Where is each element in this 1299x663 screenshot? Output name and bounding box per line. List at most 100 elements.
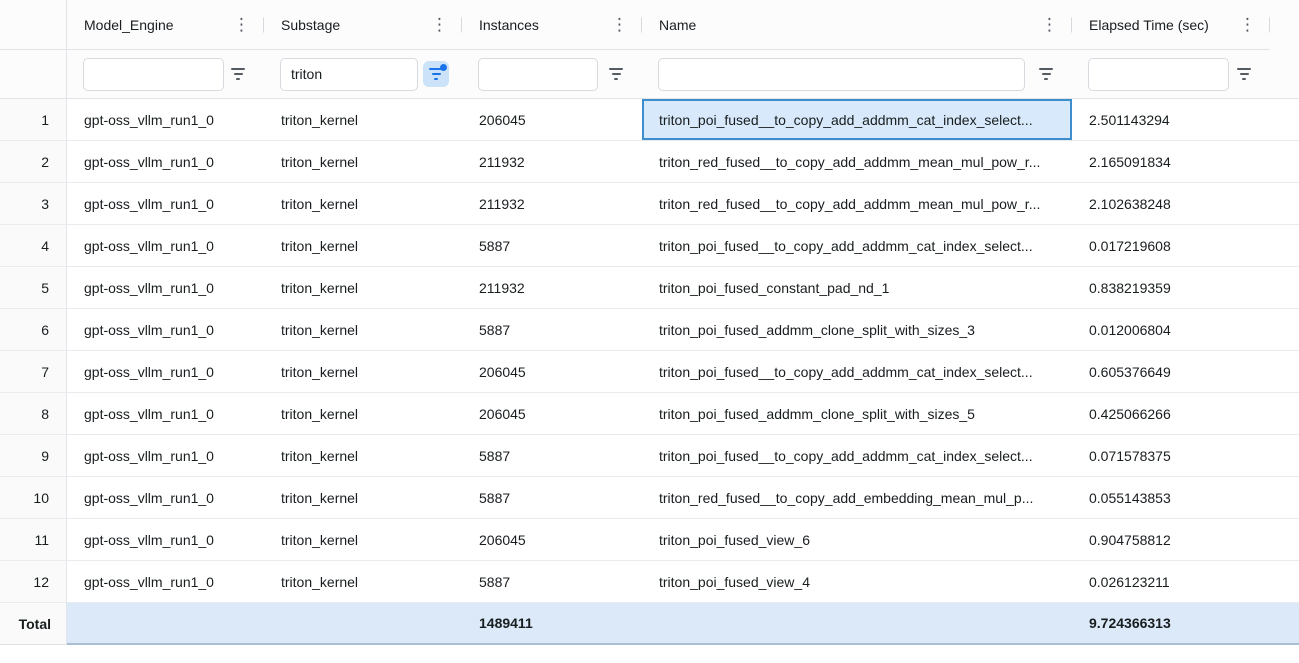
cell-name[interactable]: triton_poi_fused_addmm_clone_split_with_… bbox=[642, 309, 1072, 351]
filter-input-name[interactable] bbox=[658, 58, 1025, 91]
cell-substage[interactable]: triton_kernel bbox=[264, 183, 462, 225]
filter-cell-instances bbox=[462, 50, 642, 99]
cell-name[interactable]: triton_red_fused__to_copy_add_addmm_mean… bbox=[642, 141, 1072, 183]
column-label: Elapsed Time (sec) bbox=[1089, 17, 1209, 33]
filter-corner bbox=[0, 50, 67, 99]
cell-model-engine[interactable]: gpt-oss_vllm_run1_0 bbox=[67, 141, 264, 183]
column-menu-icon[interactable]: ⋮ bbox=[1040, 16, 1059, 33]
filter-row bbox=[0, 50, 1299, 99]
cell-instances[interactable]: 206045 bbox=[462, 519, 642, 561]
cell-elapsed-time[interactable]: 2.501143294 bbox=[1072, 99, 1270, 141]
cell-name[interactable]: triton_poi_fused_view_4 bbox=[642, 561, 1072, 603]
column-header-substage[interactable]: Substage ⋮ bbox=[264, 0, 462, 50]
filter-cell-model-engine bbox=[67, 50, 264, 99]
cell-instances[interactable]: 5887 bbox=[462, 225, 642, 267]
cell-substage[interactable]: triton_kernel bbox=[264, 351, 462, 393]
cell-elapsed-time[interactable]: 0.026123211 bbox=[1072, 561, 1270, 603]
cell-name[interactable]: triton_red_fused__to_copy_add_addmm_mean… bbox=[642, 183, 1072, 225]
cell-name[interactable]: triton_poi_fused__to_copy_add_addmm_cat_… bbox=[642, 351, 1072, 393]
row-number: 11 bbox=[0, 519, 67, 561]
column-header-instances[interactable]: Instances ⋮ bbox=[462, 0, 642, 50]
cell-elapsed-time[interactable]: 0.071578375 bbox=[1072, 435, 1270, 477]
cell-model-engine[interactable]: gpt-oss_vllm_run1_0 bbox=[67, 183, 264, 225]
filter-button-instances[interactable] bbox=[603, 61, 629, 87]
row-number: 4 bbox=[0, 225, 67, 267]
cell-elapsed-time[interactable]: 0.904758812 bbox=[1072, 519, 1270, 561]
cell-substage[interactable]: triton_kernel bbox=[264, 435, 462, 477]
cell-name[interactable]: triton_red_fused__to_copy_add_embedding_… bbox=[642, 477, 1072, 519]
column-menu-icon[interactable]: ⋮ bbox=[610, 16, 629, 33]
cell-instances[interactable]: 5887 bbox=[462, 435, 642, 477]
total-band: 1489411 9.724366313 bbox=[67, 603, 1299, 645]
cell-substage[interactable]: triton_kernel bbox=[264, 99, 462, 141]
cell-substage[interactable]: triton_kernel bbox=[264, 519, 462, 561]
cell-instances[interactable]: 5887 bbox=[462, 309, 642, 351]
row-filler bbox=[1270, 309, 1299, 351]
cell-elapsed-time[interactable]: 0.017219608 bbox=[1072, 225, 1270, 267]
cell-substage[interactable]: triton_kernel bbox=[264, 393, 462, 435]
total-row: Total 1489411 9.724366313 bbox=[0, 603, 1299, 645]
row-filler bbox=[1270, 561, 1299, 603]
cell-model-engine[interactable]: gpt-oss_vllm_run1_0 bbox=[67, 225, 264, 267]
cell-elapsed-time[interactable]: 0.055143853 bbox=[1072, 477, 1270, 519]
row-filler bbox=[1270, 141, 1299, 183]
column-header-model-engine[interactable]: Model_Engine ⋮ bbox=[67, 0, 264, 50]
cell-model-engine[interactable]: gpt-oss_vllm_run1_0 bbox=[67, 309, 264, 351]
filter-button-substage-active[interactable] bbox=[423, 61, 449, 87]
cell-elapsed-time[interactable]: 0.838219359 bbox=[1072, 267, 1270, 309]
cell-elapsed-time[interactable]: 2.165091834 bbox=[1072, 141, 1270, 183]
filter-button-name[interactable] bbox=[1033, 61, 1059, 87]
column-header-name[interactable]: Name ⋮ bbox=[642, 0, 1072, 50]
cell-instances[interactable]: 206045 bbox=[462, 393, 642, 435]
row-number: 2 bbox=[0, 141, 67, 183]
filter-button-model-engine[interactable] bbox=[225, 61, 251, 87]
cell-elapsed-time[interactable]: 0.605376649 bbox=[1072, 351, 1270, 393]
cell-elapsed-time[interactable]: 0.012006804 bbox=[1072, 309, 1270, 351]
row-number: 7 bbox=[0, 351, 67, 393]
column-menu-icon[interactable]: ⋮ bbox=[430, 16, 449, 33]
cell-substage[interactable]: triton_kernel bbox=[264, 267, 462, 309]
cell-model-engine[interactable]: gpt-oss_vllm_run1_0 bbox=[67, 393, 264, 435]
table-row: 11 gpt-oss_vllm_run1_0 triton_kernel 206… bbox=[0, 519, 1299, 561]
cell-instances[interactable]: 5887 bbox=[462, 561, 642, 603]
cell-name[interactable]: triton_poi_fused__to_copy_add_addmm_cat_… bbox=[642, 435, 1072, 477]
cell-elapsed-time[interactable]: 2.102638248 bbox=[1072, 183, 1270, 225]
cell-name[interactable]: triton_poi_fused_addmm_clone_split_with_… bbox=[642, 393, 1072, 435]
filter-input-elapsed-time[interactable] bbox=[1088, 58, 1229, 91]
column-menu-icon[interactable]: ⋮ bbox=[1238, 16, 1257, 33]
cell-elapsed-time[interactable]: 0.425066266 bbox=[1072, 393, 1270, 435]
column-header-elapsed-time[interactable]: Elapsed Time (sec) ⋮ bbox=[1072, 0, 1270, 50]
filter-input-model-engine[interactable] bbox=[83, 58, 224, 91]
cell-name[interactable]: triton_poi_fused__to_copy_add_addmm_cat_… bbox=[642, 225, 1072, 267]
cell-instances[interactable]: 211932 bbox=[462, 267, 642, 309]
cell-instances[interactable]: 206045 bbox=[462, 351, 642, 393]
cell-instances[interactable]: 211932 bbox=[462, 141, 642, 183]
total-label: Total bbox=[0, 603, 67, 645]
cell-model-engine[interactable]: gpt-oss_vllm_run1_0 bbox=[67, 519, 264, 561]
cell-substage[interactable]: triton_kernel bbox=[264, 561, 462, 603]
cell-instances[interactable]: 206045 bbox=[462, 99, 642, 141]
filter-input-instances[interactable] bbox=[478, 58, 598, 91]
cell-model-engine[interactable]: gpt-oss_vllm_run1_0 bbox=[67, 435, 264, 477]
cell-substage[interactable]: triton_kernel bbox=[264, 477, 462, 519]
cell-model-engine[interactable]: gpt-oss_vllm_run1_0 bbox=[67, 351, 264, 393]
row-number: 5 bbox=[0, 267, 67, 309]
cell-instances[interactable]: 5887 bbox=[462, 477, 642, 519]
cell-name-selected[interactable]: triton_poi_fused__to_copy_add_addmm_cat_… bbox=[642, 99, 1072, 141]
cell-substage[interactable]: triton_kernel bbox=[264, 141, 462, 183]
cell-name[interactable]: triton_poi_fused_view_6 bbox=[642, 519, 1072, 561]
column-menu-icon[interactable]: ⋮ bbox=[232, 16, 251, 33]
cell-substage[interactable]: triton_kernel bbox=[264, 225, 462, 267]
cell-model-engine[interactable]: gpt-oss_vllm_run1_0 bbox=[67, 267, 264, 309]
filter-button-elapsed-time[interactable] bbox=[1231, 61, 1257, 87]
cell-name[interactable]: triton_poi_fused_constant_pad_nd_1 bbox=[642, 267, 1072, 309]
cell-model-engine[interactable]: gpt-oss_vllm_run1_0 bbox=[67, 99, 264, 141]
table-row: 6 gpt-oss_vllm_run1_0 triton_kernel 5887… bbox=[0, 309, 1299, 351]
cell-substage[interactable]: triton_kernel bbox=[264, 309, 462, 351]
cell-model-engine[interactable]: gpt-oss_vllm_run1_0 bbox=[67, 477, 264, 519]
cell-model-engine[interactable]: gpt-oss_vllm_run1_0 bbox=[67, 561, 264, 603]
total-name-empty bbox=[642, 603, 1072, 643]
filter-input-substage[interactable] bbox=[280, 58, 418, 91]
filter-cell-name bbox=[642, 50, 1072, 99]
cell-instances[interactable]: 211932 bbox=[462, 183, 642, 225]
